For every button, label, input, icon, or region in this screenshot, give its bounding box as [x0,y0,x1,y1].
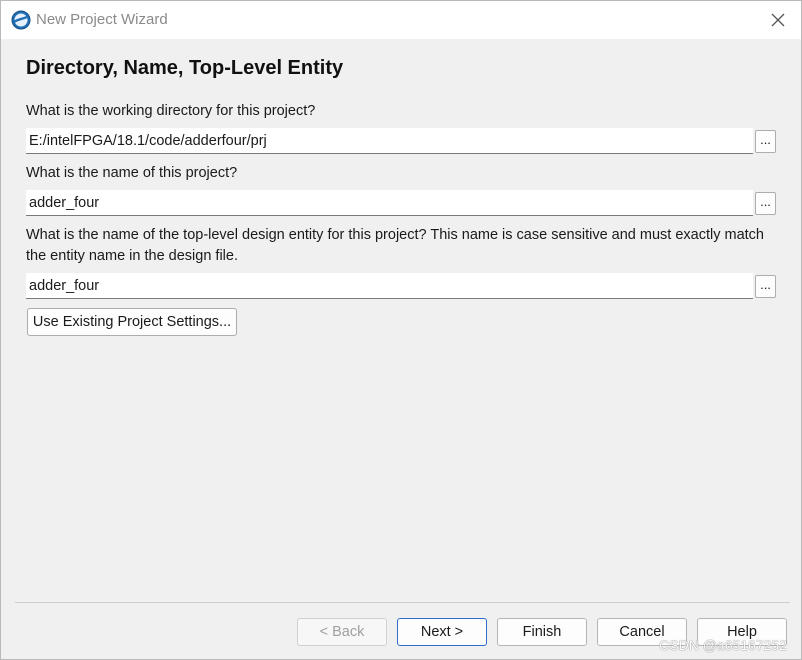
top-level-entity-input[interactable] [26,273,753,299]
page-heading: Directory, Name, Top-Level Entity [26,57,344,79]
title-bar: New Project Wizard [1,1,801,39]
wizard-window: New Project Wizard Directory, Name, Top-… [0,0,802,660]
close-icon[interactable] [765,7,791,33]
window-title: New Project Wizard [36,11,168,28]
quartus-app-icon [11,10,31,30]
directory-input[interactable] [26,128,753,154]
project-name-label: What is the name of this project? [26,165,238,181]
project-name-input[interactable] [26,190,753,216]
top-level-entity-browse-button[interactable]: ... [755,275,776,298]
next-button[interactable]: Next > [397,618,487,646]
top-level-entity-label: What is the name of the top-level design… [26,227,764,264]
footer-divider [15,602,790,603]
watermark: CSDN @a65167252 [659,637,787,653]
back-button[interactable]: < Back [297,618,387,646]
use-existing-settings-button[interactable]: Use Existing Project Settings... [27,308,237,336]
directory-browse-button[interactable]: ... [755,130,776,153]
finish-button[interactable]: Finish [497,618,587,646]
project-name-browse-button[interactable]: ... [755,192,776,215]
directory-label: What is the working directory for this p… [26,103,316,119]
